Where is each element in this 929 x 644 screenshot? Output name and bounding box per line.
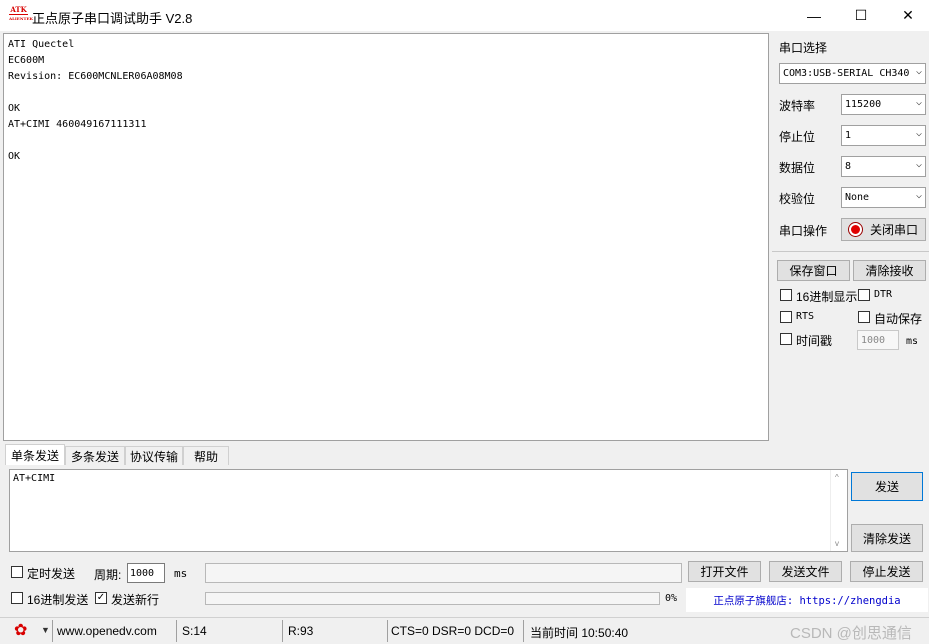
data-bits-value: 8 [845, 161, 852, 172]
status-separator [282, 620, 283, 642]
file-path-field[interactable] [205, 563, 682, 583]
clear-receive-button[interactable]: 清除接收 [853, 260, 926, 281]
status-separator [387, 620, 388, 642]
timed-send-label: 定时发送 [27, 567, 76, 581]
tab-protocol[interactable]: 协议传输 [125, 446, 183, 465]
period-label: 周期: [94, 568, 122, 582]
app-logo: ATK ALIENTEK [9, 5, 33, 24]
hex-display-label: 16进制显示 [796, 290, 858, 304]
close-window-button[interactable]: ✕ [885, 0, 929, 31]
scroll-up-icon[interactable]: ^ [835, 473, 839, 482]
send-file-button[interactable]: 发送文件 [769, 561, 842, 582]
watermark: CSDN @创思通信 [790, 625, 912, 642]
clear-send-button[interactable]: 清除发送 [851, 524, 923, 552]
newline-send-checkbox[interactable]: ✓ [95, 592, 107, 604]
logo-top-text: ATK [9, 5, 28, 15]
dropdown-arrow-icon[interactable]: ▼ [41, 625, 50, 635]
open-file-button[interactable]: 打开文件 [688, 561, 761, 582]
period-input[interactable]: 1000 [127, 563, 165, 583]
tab-multi-send[interactable]: 多条发送 [65, 446, 125, 465]
timestamp-checkbox[interactable] [780, 333, 792, 345]
maximize-button[interactable]: ☐ [838, 0, 884, 31]
website-link[interactable]: www.openedv.com [57, 624, 157, 638]
port-select-value: COM3:USB-SERIAL CH340 [783, 68, 910, 79]
chevron-down-icon: ⌵ [915, 128, 922, 139]
parity-select[interactable]: None ⌵ [841, 187, 926, 208]
timed-send-checkbox[interactable] [11, 566, 23, 578]
dtr-label: DTR [874, 289, 893, 300]
port-op-label: 串口操作 [779, 224, 828, 238]
rts-label: RTS [796, 311, 815, 322]
data-bits-label: 数据位 [779, 161, 816, 175]
receive-area[interactable]: ATI Quectel EC600M Revision: EC600MCNLER… [3, 33, 769, 441]
send-input[interactable]: AT+CIMI ^ v [9, 469, 848, 552]
send-scrollbar[interactable]: ^ v [830, 470, 847, 551]
parity-label: 校验位 [779, 192, 816, 206]
chevron-down-icon: ⌵ [915, 159, 922, 170]
send-progress-bar [205, 592, 660, 605]
timestamp-unit: ms [906, 336, 919, 347]
close-port-button[interactable]: 关闭串口 [841, 218, 926, 241]
store-link[interactable]: 正点原子旗舰店: https://zhengdia [686, 588, 928, 612]
close-icon: ✕ [902, 7, 914, 23]
hex-send-checkbox[interactable] [11, 592, 23, 604]
receive-text: ATI Quectel EC600M Revision: EC600MCNLER… [8, 39, 183, 162]
status-separator [176, 620, 177, 642]
tab-help[interactable]: 帮助 [183, 446, 229, 465]
status-bar: ✿ ▼ www.openedv.com S:14 R:93 CTS=0 DSR=… [0, 617, 929, 644]
tab-single-send[interactable]: 单条发送 [5, 444, 65, 465]
close-port-label: 关闭串口 [869, 223, 918, 237]
parity-value: None [845, 192, 870, 203]
port-select-label: 串口选择 [779, 41, 828, 55]
window-title: 正点原子串口调试助手 V2.8 [32, 11, 193, 26]
hex-display-checkbox[interactable] [780, 289, 792, 301]
minimize-button[interactable]: — [791, 0, 837, 31]
port-select[interactable]: COM3:USB-SERIAL CH340 ⌵ [779, 63, 926, 84]
send-button[interactable]: 发送 [851, 472, 923, 501]
hex-send-label: 16进制发送 [27, 593, 89, 607]
save-window-button[interactable]: 保存窗口 [777, 260, 850, 281]
stop-send-button[interactable]: 停止发送 [850, 561, 923, 582]
scroll-down-icon[interactable]: v [835, 539, 839, 548]
chevron-down-icon: ⌵ [913, 66, 922, 77]
timestamp-input[interactable]: 1000 [857, 330, 899, 350]
baud-select-value: 115200 [845, 99, 882, 110]
period-unit: ms [174, 567, 188, 580]
send-text: AT+CIMI [13, 473, 56, 484]
status-separator [523, 620, 524, 642]
stop-bits-label: 停止位 [779, 130, 816, 144]
status-separator [52, 620, 53, 642]
logo-bottom-text: ALIENTEK [9, 16, 33, 21]
chevron-down-icon: ⌵ [915, 190, 922, 201]
minimize-icon: — [807, 7, 821, 24]
dtr-checkbox[interactable] [858, 289, 870, 301]
stop-bits-select[interactable]: 1 ⌵ [841, 125, 926, 146]
auto-save-checkbox[interactable] [858, 311, 870, 323]
received-count: R:93 [288, 624, 314, 638]
baud-label: 波特率 [779, 99, 816, 113]
progress-text: 0% [665, 593, 678, 604]
rts-checkbox[interactable] [780, 311, 792, 323]
baud-select[interactable]: 115200 ⌵ [841, 94, 926, 115]
auto-save-label: 自动保存 [874, 312, 923, 326]
title-bar: ATK ALIENTEK 正点原子串口调试助手 V2.8 — ☐ ✕ [0, 0, 929, 31]
data-bits-select[interactable]: 8 ⌵ [841, 156, 926, 177]
gear-icon[interactable]: ✿ [14, 622, 27, 640]
newline-send-label: 发送新行 [111, 593, 160, 607]
stop-bits-value: 1 [845, 130, 852, 141]
chevron-down-icon: ⌵ [915, 97, 922, 108]
sent-count: S:14 [182, 624, 207, 638]
timestamp-label: 时间戳 [796, 334, 833, 348]
signal-status: CTS=0 DSR=0 DCD=0 [391, 624, 515, 638]
maximize-icon: ☐ [854, 7, 868, 23]
current-time: 当前时间 10:50:40 [530, 626, 629, 640]
divider [772, 251, 929, 252]
record-icon [848, 223, 862, 236]
